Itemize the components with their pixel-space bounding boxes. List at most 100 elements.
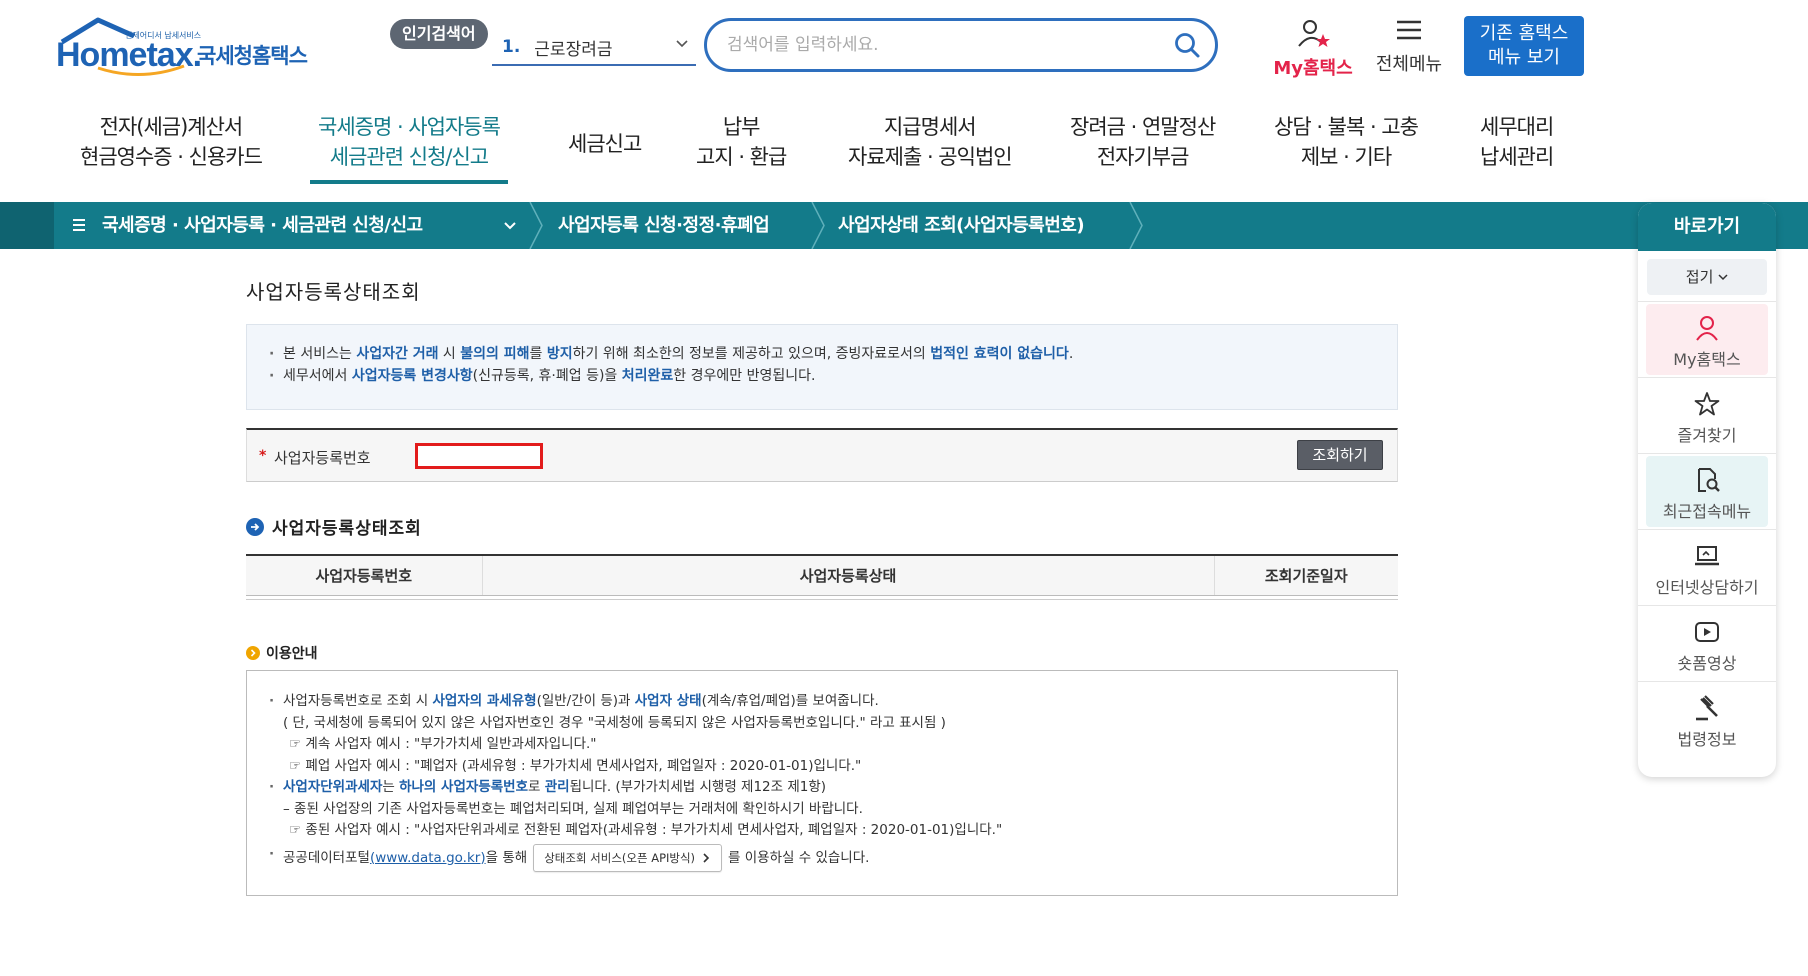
open-api-button[interactable]: 상태조회 서비스(오픈 API방식) — [533, 843, 723, 872]
popular-rank: 1. — [502, 37, 521, 57]
gavel-icon — [1696, 695, 1718, 721]
notice-highlight: 사업자간 거래 — [356, 346, 439, 362]
breadcrumb-separator-icon — [529, 202, 543, 249]
chevron-down-icon — [676, 40, 688, 48]
breadcrumb-item-3[interactable]: 사업자상태 조회(사업자등록번호) — [838, 202, 1085, 249]
notice-text: 한 경우에만 반영됩니다. — [673, 368, 816, 384]
quick-item-label: 인터넷상담하기 — [1655, 578, 1759, 597]
chevron-down-icon — [1718, 274, 1728, 281]
nav-line2: 현금영수증 · 신용카드 — [80, 145, 263, 169]
guide-line: – 종된 사업장의 기존 사업자등록번호는 폐업처리되며, 실제 폐업여부는 거… — [283, 800, 863, 817]
quick-item-favorites[interactable]: 즐겨찾기 — [1638, 377, 1776, 453]
business-number-input[interactable] — [415, 443, 543, 469]
guide-text: (계속/휴업/폐업)를 보여줍니다. — [701, 693, 879, 709]
nav-line2: 제보 · 기타 — [1300, 145, 1392, 169]
breadcrumb-item-2[interactable]: 사업자등록 신청·정정·휴폐업 — [558, 202, 770, 249]
query-form: * 사업자등록번호 조회하기 — [246, 428, 1398, 482]
guide-text: 를 이용하실 수 있습니다. — [728, 849, 870, 866]
guide-highlight: 사업자의 과세유형 — [432, 693, 537, 709]
nav-line1: 전자(세금)계산서 — [99, 115, 244, 139]
notice-text: 세무서에서 — [283, 368, 352, 384]
notice-line-2: 세무서에서 사업자등록 변경사항(신규등록, 휴·폐업 등)을 처리완료한 경우… — [269, 365, 1375, 387]
my-hometax-label: My홈택스 — [1273, 58, 1353, 79]
quick-fold-button[interactable]: 접기 — [1647, 259, 1767, 295]
nav-line1: 장려금 · 연말정산 — [1070, 115, 1216, 139]
nav-line2: 자료제출 · 공익법인 — [848, 145, 1013, 169]
quick-item-my-hometax[interactable]: My홈택스 — [1638, 301, 1776, 377]
nav-item-certificate[interactable]: 국세증명 · 사업자등록 세금관련 신청/신고 — [310, 112, 508, 184]
quick-item-short-video[interactable]: 숏폼영상 — [1638, 605, 1776, 681]
nav-item-payment-statement[interactable]: 지급명세서 자료제출 · 공익법인 — [848, 112, 1013, 172]
guide-line: 사업자등록번호로 조회 시 사업자의 과세유형(일반/간이 등)과 사업자 상태… — [269, 691, 1375, 713]
guide-highlight: 하나의 사업자등록번호 — [399, 779, 528, 795]
nav-item-payment[interactable]: 납부 고지 · 환급 — [696, 112, 787, 172]
nav-item-e-invoice[interactable]: 전자(세금)계산서 현금영수증 · 신용카드 — [80, 112, 263, 172]
laptop-icon — [1695, 546, 1719, 566]
notice-box: 본 서비스는 사업자간 거래 시 불의의 피해를 방지하기 위해 최소한의 정보… — [246, 324, 1398, 410]
legacy-menu-line1: 기존 홈택스 — [1479, 23, 1569, 44]
popular-search-select[interactable]: 1. 근로장려금 — [492, 30, 696, 66]
notice-text: . — [1068, 346, 1074, 362]
guide-line: ( 단, 국세청에 등록되어 있지 않은 사업자번호인 경우 "국세청에 등록되… — [283, 714, 946, 731]
guide-title-label: 이용안내 — [266, 646, 318, 662]
nav-item-tax-filing[interactable]: 세금신고 — [568, 129, 642, 159]
nav-line2: 고지 · 환급 — [696, 145, 787, 169]
guide-text: 됩니다. (부가가치세법 시행령 제12조 제1항) — [569, 779, 827, 795]
quick-item-law-info[interactable]: 법령정보 — [1638, 681, 1776, 757]
notice-highlight: 처리완료 — [621, 368, 674, 384]
nav-line2: 납세관리 — [1480, 145, 1554, 169]
nav-item-consultation[interactable]: 상담 · 불복 · 고충 제보 · 기타 — [1274, 112, 1419, 172]
all-menu-label: 전체메뉴 — [1375, 54, 1443, 75]
breadcrumb-item-1[interactable]: 국세증명 · 사업자등록 · 세금관련 신청/신고 — [102, 202, 423, 249]
quick-item-recent-menu[interactable]: 최근접속메뉴 — [1638, 453, 1776, 529]
breadcrumb: 국세증명 · 사업자등록 · 세금관련 신청/신고 사업자등록 신청·정정·휴폐… — [0, 202, 1808, 249]
popular-search-badge: 인기검색어 — [390, 19, 488, 49]
guide-highlight: 사업자단위과세자 — [283, 779, 383, 795]
table-header-row: 사업자등록번호 사업자등록상태 조회기준일자 — [246, 554, 1398, 596]
notice-text: 를 — [529, 346, 547, 362]
my-hometax-link[interactable]: My홈택스 — [1268, 18, 1358, 80]
breadcrumb-separator-icon — [811, 202, 825, 249]
notice-highlight: 사업자등록 변경사항 — [351, 368, 473, 384]
hamburger-icon — [1397, 20, 1421, 40]
document-search-icon — [1698, 468, 1720, 492]
guide-highlight: 사업자 상태 — [634, 693, 702, 709]
col-status: 사업자등록상태 — [481, 554, 1214, 596]
main-nav: 전자(세금)계산서 현금영수증 · 신용카드 국세증명 · 사업자등록 세금관련… — [60, 112, 1580, 194]
quick-item-online-consult[interactable]: 인터넷상담하기 — [1638, 529, 1776, 605]
notice-highlight: 법적인 효력이 없습니다 — [930, 346, 1069, 362]
quick-item-label: 최근접속메뉴 — [1662, 502, 1752, 521]
quick-item-label: 숏폼영상 — [1677, 654, 1737, 673]
page-title: 사업자등록상태조회 — [246, 280, 421, 304]
guide-highlight: 관리 — [544, 779, 570, 795]
nav-item-tax-agent[interactable]: 세무대리 납세관리 — [1480, 112, 1554, 172]
quick-item-label: 법령정보 — [1677, 730, 1737, 749]
all-menu-button[interactable]: 전체메뉴 — [1370, 18, 1448, 76]
col-business-number: 사업자등록번호 — [246, 554, 482, 596]
notice-text: 시 — [438, 346, 461, 362]
search-input[interactable] — [727, 30, 1147, 60]
chevron-right-icon — [703, 852, 710, 863]
guide-text: 사업자등록번호로 조회 시 — [283, 693, 433, 709]
quick-menu: 바로가기 접기 My홈택스 즐겨찾기 최근접속메뉴 인터넷상담하기 숏폼영상 법… — [1638, 203, 1776, 777]
guide-example: ☞ 종된 사업자 예시 : "사업자단위과세로 전환된 폐업자(과세유형 : 부… — [289, 822, 1003, 838]
table-row — [246, 595, 1398, 600]
quick-menu-title: 바로가기 — [1638, 203, 1776, 251]
legacy-menu-button[interactable]: 기존 홈택스 메뉴 보기 — [1464, 16, 1584, 76]
chevron-down-icon[interactable] — [503, 219, 517, 233]
guide-line: 사업자단위과세자는 하나의 사업자등록번호로 관리됩니다. (부가가치세법 시행… — [269, 777, 1375, 799]
quick-item-label: My홈택스 — [1673, 350, 1741, 369]
required-mark: * — [259, 448, 267, 464]
guide-title: 이용안내 — [246, 643, 318, 663]
chevron-circle-icon — [246, 646, 260, 660]
inquiry-button[interactable]: 조회하기 — [1297, 440, 1383, 470]
nav-item-incentive[interactable]: 장려금 · 연말정산 전자기부금 — [1070, 112, 1216, 172]
popular-term: 근로장려금 — [534, 39, 613, 60]
notice-line-1: 본 서비스는 사업자간 거래 시 불의의 피해를 방지하기 위해 최소한의 정보… — [269, 343, 1375, 365]
data-portal-link[interactable]: (www.data.go.kr) — [370, 850, 486, 866]
logo-korean-text: 국세청홈택스 — [197, 44, 308, 68]
nav-line1: 세무대리 — [1480, 115, 1554, 139]
guide-text: 로 — [528, 779, 545, 795]
nav-line1: 세금신고 — [568, 132, 642, 156]
search-icon[interactable] — [1173, 31, 1201, 59]
